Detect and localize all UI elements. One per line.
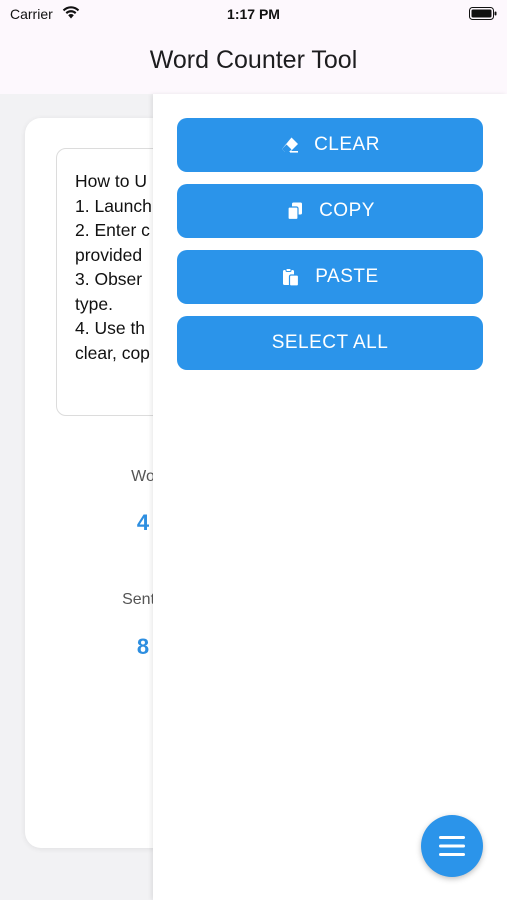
menu-icon [439, 836, 465, 856]
nav-bar: Word Counter Tool [0, 30, 507, 94]
menu-fab-button[interactable] [421, 815, 483, 877]
side-drawer: CLEAR COPY PASTE SELECT ALL [153, 94, 507, 900]
status-time: 1:17 PM [227, 6, 280, 22]
status-bar: Carrier 1:17 PM [0, 0, 507, 30]
paste-button[interactable]: PASTE [177, 250, 483, 304]
copy-button-label: COPY [319, 200, 375, 221]
battery-icon [469, 7, 497, 20]
select-all-button-label: SELECT ALL [271, 332, 389, 353]
paste-button-label: PASTE [315, 266, 379, 287]
page-title: Word Counter Tool [149, 46, 358, 74]
eraser-icon [282, 137, 299, 153]
select-all-button[interactable]: SELECT ALL [177, 316, 483, 370]
clear-button[interactable]: CLEAR [177, 118, 483, 172]
copy-button[interactable]: COPY [177, 184, 483, 238]
copy-icon [287, 202, 303, 221]
clear-button-label: CLEAR [314, 134, 380, 155]
paste-icon [283, 268, 300, 287]
